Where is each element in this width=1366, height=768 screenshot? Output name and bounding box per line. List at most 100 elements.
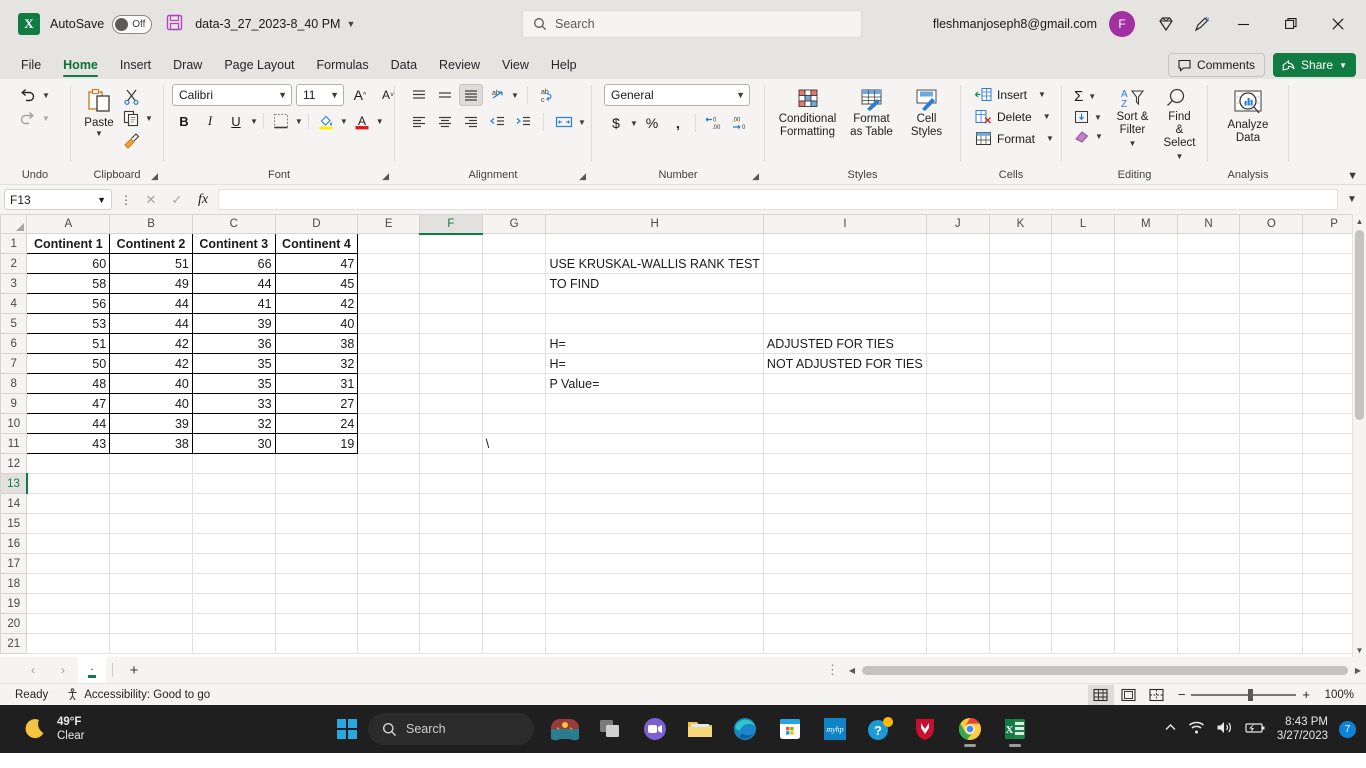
cell-D4[interactable]: 42: [274, 293, 359, 314]
column-header-L[interactable]: L: [1051, 214, 1115, 234]
row-header-18[interactable]: 18: [0, 573, 28, 594]
cell-K3[interactable]: [989, 273, 1053, 294]
cell-L3[interactable]: [1051, 273, 1115, 294]
enter-entry-button[interactable]: ✓: [166, 189, 188, 210]
cell-D8[interactable]: 31: [274, 373, 359, 394]
cell-F15[interactable]: [419, 513, 483, 534]
cell-D17[interactable]: [275, 553, 359, 574]
tab-view[interactable]: View: [491, 51, 540, 79]
cell-L10[interactable]: [1051, 413, 1115, 434]
cell-G3[interactable]: [482, 273, 547, 294]
redo-button[interactable]: ▼: [14, 107, 54, 130]
cell-L7[interactable]: [1051, 353, 1115, 374]
cell-K6[interactable]: [989, 333, 1053, 354]
cell-J18[interactable]: [926, 573, 990, 594]
microsoft-store-button[interactable]: [770, 709, 810, 749]
diamond-icon[interactable]: [1149, 7, 1183, 41]
cell-O3[interactable]: [1239, 273, 1304, 294]
cell-I17[interactable]: [763, 553, 927, 574]
cell-M4[interactable]: [1114, 293, 1178, 314]
cell-O14[interactable]: [1239, 493, 1304, 514]
cell-N9[interactable]: [1177, 393, 1241, 414]
cell-G5[interactable]: [482, 313, 547, 334]
cell-K7[interactable]: [989, 353, 1053, 374]
cell-F9[interactable]: [419, 393, 483, 414]
cell-A3[interactable]: 58: [26, 273, 111, 294]
cell-G10[interactable]: [482, 413, 547, 434]
document-name[interactable]: data-3_27_2023-8_40 PM: [195, 17, 340, 31]
cell-B10[interactable]: 39: [109, 413, 193, 434]
column-header-O[interactable]: O: [1239, 214, 1304, 234]
cell-H18[interactable]: [545, 573, 764, 594]
cell-H3[interactable]: TO FIND: [545, 273, 764, 294]
merge-chevron-down-icon[interactable]: ▼: [578, 118, 586, 127]
cell-D14[interactable]: [275, 493, 359, 514]
cell-E5[interactable]: [357, 313, 421, 334]
cell-H9[interactable]: [545, 393, 764, 414]
previous-sheet-button[interactable]: ‹: [18, 659, 48, 681]
cell-B16[interactable]: [109, 533, 193, 554]
delete-chevron-down-icon[interactable]: ▼: [1043, 112, 1051, 121]
formula-bar-options-icon[interactable]: ⋮: [116, 193, 136, 207]
clear-chevron-down-icon[interactable]: ▼: [1095, 132, 1103, 141]
paste-chevron-down-icon[interactable]: ▼: [95, 129, 103, 138]
excel-taskbar-button[interactable]: X: [995, 709, 1035, 749]
cell-O12[interactable]: [1239, 453, 1304, 474]
cell-N2[interactable]: [1177, 253, 1241, 274]
cell-M6[interactable]: [1114, 333, 1178, 354]
cell-M21[interactable]: [1114, 633, 1178, 654]
column-header-N[interactable]: N: [1176, 214, 1241, 234]
cell-I9[interactable]: [763, 393, 927, 414]
cell-G12[interactable]: [482, 453, 547, 474]
cell-J21[interactable]: [926, 633, 990, 654]
cell-F13[interactable]: [419, 473, 483, 494]
cell-A18[interactable]: [26, 573, 111, 594]
cell-O11[interactable]: [1239, 433, 1304, 454]
cell-F12[interactable]: [419, 453, 483, 474]
insert-cells-button[interactable]: Insert ▼: [971, 85, 1050, 104]
cell-E9[interactable]: [357, 393, 421, 414]
format-cells-button[interactable]: Format ▼: [971, 129, 1058, 148]
cell-B2[interactable]: 51: [109, 253, 193, 274]
cell-D16[interactable]: [275, 533, 359, 554]
cell-E1[interactable]: [357, 233, 421, 254]
select-all-button[interactable]: [0, 214, 28, 234]
cell-H21[interactable]: [545, 633, 764, 654]
cell-H12[interactable]: [545, 453, 764, 474]
cell-B17[interactable]: [109, 553, 193, 574]
cell-I7[interactable]: NOT ADJUSTED FOR TIES: [763, 353, 927, 374]
cell-K8[interactable]: [989, 373, 1053, 394]
show-hidden-icons-button[interactable]: [1164, 721, 1177, 737]
format-as-table-button[interactable]: Format as Table: [843, 84, 901, 142]
cell-E6[interactable]: [357, 333, 421, 354]
cell-B19[interactable]: [109, 593, 193, 614]
cell-E8[interactable]: [357, 373, 421, 394]
cell-H13[interactable]: [545, 473, 764, 494]
row-header-7[interactable]: 7: [0, 353, 28, 374]
cell-L14[interactable]: [1051, 493, 1115, 514]
sort-filter-button[interactable]: AZ Sort & Filter ▼: [1111, 84, 1154, 153]
cell-F1[interactable]: [419, 233, 483, 254]
cell-K21[interactable]: [989, 633, 1053, 654]
minimize-button[interactable]: [1221, 1, 1266, 47]
tab-file[interactable]: File: [10, 51, 52, 79]
cell-A5[interactable]: 53: [26, 313, 111, 334]
cell-J13[interactable]: [926, 473, 990, 494]
cell-C7[interactable]: 35: [191, 353, 276, 374]
cell-L20[interactable]: [1051, 613, 1115, 634]
cell-B9[interactable]: 40: [109, 393, 193, 414]
collapse-ribbon-button[interactable]: ▼: [1347, 170, 1358, 182]
align-left-button[interactable]: [407, 111, 431, 133]
cell-I4[interactable]: [763, 293, 927, 314]
cell-A6[interactable]: 51: [26, 333, 111, 354]
share-chevron-down-icon[interactable]: ▼: [1339, 61, 1347, 70]
cut-button[interactable]: [119, 86, 157, 107]
zoom-track[interactable]: [1191, 688, 1297, 701]
cell-O2[interactable]: [1239, 253, 1304, 274]
cell-O19[interactable]: [1239, 593, 1304, 614]
cell-E12[interactable]: [357, 453, 421, 474]
cell-H4[interactable]: [545, 293, 764, 314]
font-size-combobox[interactable]: 11 ▼: [296, 84, 344, 106]
cell-J15[interactable]: [926, 513, 990, 534]
document-chevron-down-icon[interactable]: ▼: [346, 19, 355, 29]
